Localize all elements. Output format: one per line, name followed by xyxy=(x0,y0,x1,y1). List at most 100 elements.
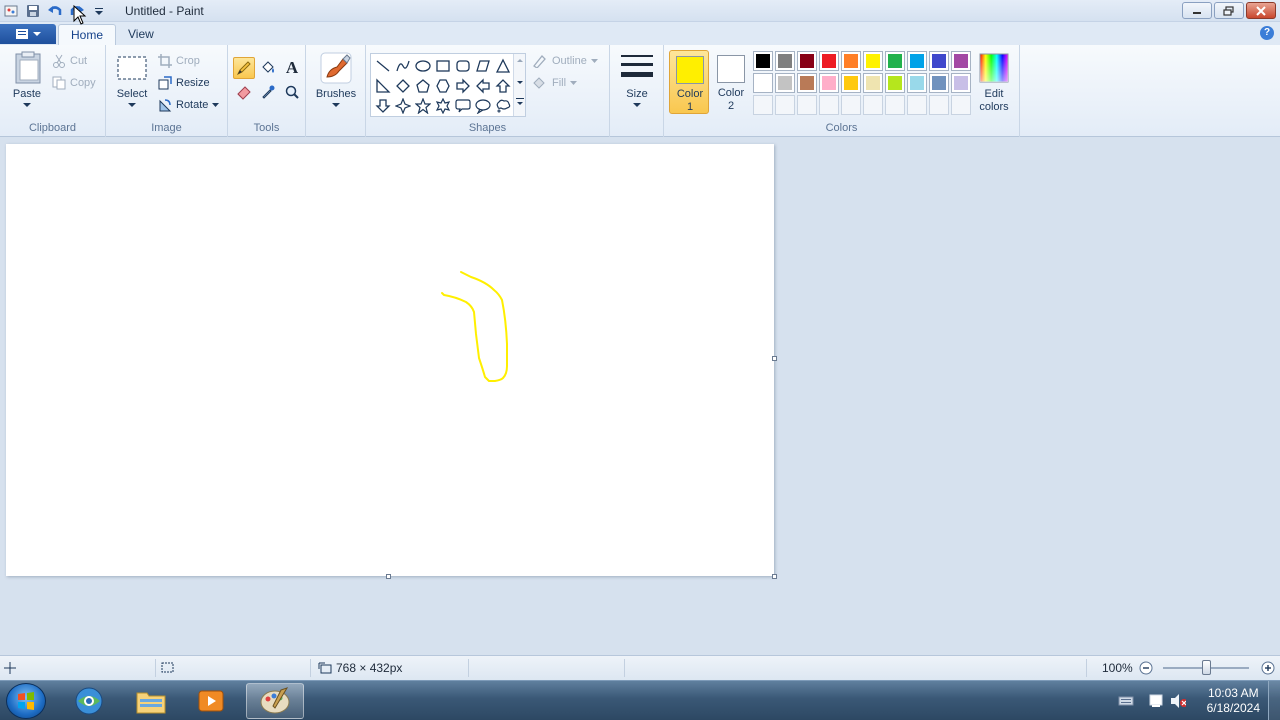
taskbar-explorer[interactable] xyxy=(122,683,180,719)
select-button[interactable]: Select xyxy=(114,51,150,111)
palette-swatch-empty[interactable] xyxy=(797,95,817,115)
palette-swatch[interactable] xyxy=(753,51,773,71)
text-tool[interactable]: A xyxy=(281,57,303,79)
tab-view[interactable]: View xyxy=(116,24,166,45)
palette-swatch[interactable] xyxy=(885,51,905,71)
palette-swatch[interactable] xyxy=(753,73,773,93)
size-button[interactable]: Size xyxy=(616,51,658,113)
palette-swatch-empty[interactable] xyxy=(753,95,773,115)
undo-icon[interactable] xyxy=(46,2,64,20)
volume-muted-icon[interactable] xyxy=(1170,693,1186,709)
palette-swatch[interactable] xyxy=(841,73,861,93)
minimize-button[interactable] xyxy=(1182,2,1212,19)
palette-swatch[interactable] xyxy=(775,73,795,93)
canvas-resize-handle-right[interactable] xyxy=(772,356,777,361)
four-point-star-shape[interactable] xyxy=(393,96,413,116)
palette-swatch[interactable] xyxy=(929,51,949,71)
zoom-slider-thumb[interactable] xyxy=(1202,660,1211,675)
close-button[interactable] xyxy=(1246,2,1276,19)
down-arrow-shape[interactable] xyxy=(373,96,393,116)
palette-swatch[interactable] xyxy=(863,73,883,93)
rotate-button[interactable]: Rotate xyxy=(158,98,220,112)
fill-button[interactable]: Fill xyxy=(532,76,578,90)
taskbar-paint[interactable] xyxy=(246,683,304,719)
curve-shape[interactable] xyxy=(393,56,413,76)
paint-menu-button[interactable] xyxy=(0,24,56,44)
diamond-shape[interactable] xyxy=(393,76,413,96)
palette-swatch-empty[interactable] xyxy=(775,95,795,115)
palette-swatch-empty[interactable] xyxy=(951,95,971,115)
eraser-tool[interactable] xyxy=(233,81,255,103)
palette-swatch-empty[interactable] xyxy=(907,95,927,115)
clock[interactable]: 10:03 AM 6/18/2024 xyxy=(1207,686,1260,716)
canvas-resize-handle-corner[interactable] xyxy=(772,574,777,579)
pentagon-shape[interactable] xyxy=(413,76,433,96)
taskbar-browser[interactable] xyxy=(60,683,118,719)
shapes-scrollbar[interactable] xyxy=(513,54,525,116)
brushes-button[interactable]: Brushes xyxy=(312,51,360,113)
paint-app-icon[interactable] xyxy=(2,2,20,20)
color-picker-tool[interactable] xyxy=(257,81,279,103)
palette-swatch[interactable] xyxy=(951,73,971,93)
outline-button[interactable]: Outline xyxy=(532,54,598,68)
restore-button[interactable] xyxy=(1214,2,1244,19)
palette-swatch[interactable] xyxy=(885,73,905,93)
copy-button[interactable]: Copy xyxy=(52,76,96,90)
palette-swatch-empty[interactable] xyxy=(841,95,861,115)
palette-swatch[interactable] xyxy=(929,73,949,93)
pencil-tool[interactable] xyxy=(233,57,255,79)
palette-swatch[interactable] xyxy=(819,51,839,71)
oval-callout-shape[interactable] xyxy=(473,96,493,116)
save-icon[interactable] xyxy=(24,2,42,20)
palette-swatch[interactable] xyxy=(863,51,883,71)
crop-button[interactable]: Crop xyxy=(158,54,200,68)
palette-swatch[interactable] xyxy=(907,51,927,71)
magnifier-tool[interactable] xyxy=(281,81,303,103)
palette-swatch[interactable] xyxy=(797,51,817,71)
cloud-callout-shape[interactable] xyxy=(493,96,513,116)
palette-swatch[interactable] xyxy=(797,73,817,93)
palette-swatch[interactable] xyxy=(775,51,795,71)
paste-button[interactable]: Paste xyxy=(10,51,44,109)
canvas-resize-handle-bottom[interactable] xyxy=(386,574,391,579)
hexagon-shape[interactable] xyxy=(433,76,453,96)
start-button[interactable] xyxy=(6,683,46,719)
palette-swatch-empty[interactable] xyxy=(929,95,949,115)
cut-button[interactable]: Cut xyxy=(52,54,87,68)
tab-home[interactable]: Home xyxy=(58,24,117,45)
polygon-shape[interactable] xyxy=(473,56,493,76)
help-icon[interactable]: ? xyxy=(1260,26,1274,40)
palette-swatch[interactable] xyxy=(819,73,839,93)
six-point-star-shape[interactable] xyxy=(433,96,453,116)
five-point-star-shape[interactable] xyxy=(413,96,433,116)
left-arrow-shape[interactable] xyxy=(473,76,493,96)
right-arrow-shape[interactable] xyxy=(453,76,473,96)
customize-qat-icon[interactable] xyxy=(90,2,108,20)
palette-swatch-empty[interactable] xyxy=(819,95,839,115)
fill-tool[interactable] xyxy=(257,57,279,79)
oval-shape[interactable] xyxy=(413,56,433,76)
up-arrow-shape[interactable] xyxy=(493,76,513,96)
edit-colors-button[interactable]: Edit colors xyxy=(974,51,1014,115)
action-center-flag-icon[interactable] xyxy=(1148,693,1164,709)
palette-swatch[interactable] xyxy=(841,51,861,71)
right-triangle-shape[interactable] xyxy=(373,76,393,96)
triangle-shape[interactable] xyxy=(493,56,513,76)
palette-swatch-empty[interactable] xyxy=(863,95,883,115)
palette-swatch[interactable] xyxy=(951,51,971,71)
taskbar-media-player[interactable] xyxy=(182,683,240,719)
line-shape[interactable] xyxy=(373,56,393,76)
show-desktop-button[interactable] xyxy=(1268,681,1280,720)
rounded-callout-shape[interactable] xyxy=(453,96,473,116)
color1-button[interactable]: Color 1 xyxy=(669,50,709,114)
rounded-rectangle-shape[interactable] xyxy=(453,56,473,76)
rectangle-shape[interactable] xyxy=(433,56,453,76)
palette-swatch-empty[interactable] xyxy=(885,95,905,115)
zoom-out-icon[interactable] xyxy=(1139,661,1153,675)
color2-button[interactable]: Color 2 xyxy=(711,50,751,114)
drawing-canvas[interactable] xyxy=(6,144,774,576)
zoom-in-icon[interactable] xyxy=(1261,661,1275,675)
palette-swatch[interactable] xyxy=(907,73,927,93)
keyboard-tray-icon[interactable] xyxy=(1118,693,1134,709)
resize-button[interactable]: Resize xyxy=(158,76,210,90)
